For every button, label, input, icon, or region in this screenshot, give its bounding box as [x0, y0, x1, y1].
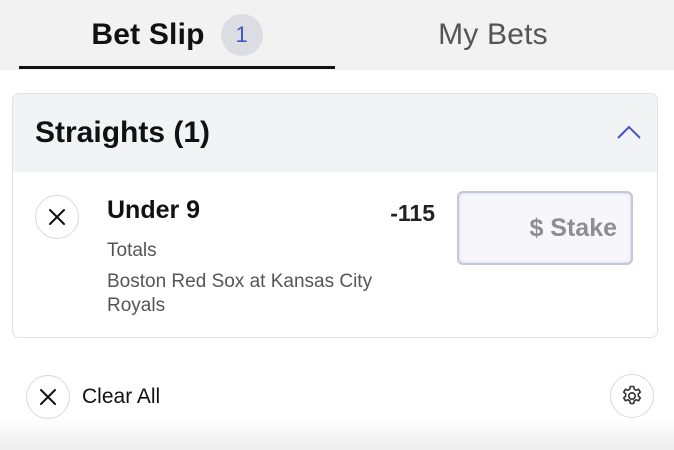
chevron-up-icon	[617, 125, 641, 139]
clear-all-icon-circle	[26, 375, 70, 419]
gear-icon	[622, 385, 642, 405]
close-icon	[49, 209, 65, 225]
bet-count-badge: 1	[220, 14, 263, 56]
tab-my-bets[interactable]: My Bets	[335, 0, 651, 70]
close-icon	[40, 389, 56, 405]
clear-all-button[interactable]: Clear All	[26, 375, 160, 419]
section-title: Straights (1)	[35, 116, 211, 149]
bet-event: Boston Red Sox at Kansas City Royals	[107, 271, 373, 316]
bet-market: Totals	[107, 240, 157, 261]
bet-slip-tabs: Bet Slip 1 My Bets	[0, 0, 674, 70]
clear-all-label: Clear All	[82, 385, 161, 408]
bet-selection: Under 9	[107, 196, 201, 224]
straights-card: Straights (1) Under 9 -115 Totals Boston…	[12, 93, 658, 338]
bet-odds: -115	[390, 200, 435, 226]
straights-header[interactable]: Straights (1)	[13, 94, 657, 172]
bottom-shadow	[0, 418, 674, 450]
tab-bet-slip[interactable]: Bet Slip 1	[19, 0, 335, 70]
collapse-button[interactable]	[613, 116, 645, 148]
active-tab-indicator	[19, 66, 335, 69]
settings-button[interactable]	[610, 374, 654, 418]
tab-my-bets-label: My Bets	[438, 18, 548, 51]
stake-input[interactable]	[457, 191, 633, 265]
remove-bet-button[interactable]	[35, 195, 79, 239]
tab-bet-slip-label: Bet Slip	[91, 18, 205, 51]
